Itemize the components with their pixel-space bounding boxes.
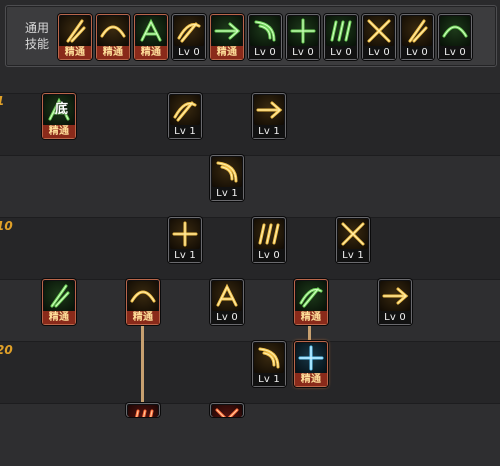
- triple-claw-icon: [254, 219, 284, 249]
- common-skill-slot[interactable]: 精通: [134, 14, 168, 60]
- skill-level-label: Lv 1: [169, 125, 201, 138]
- skill-level-label: Lv 1: [211, 187, 243, 200]
- green-claw-icon: [44, 281, 74, 311]
- prerequisite-connector: [141, 323, 144, 407]
- skill-level-label: 精通: [43, 311, 75, 324]
- level-label-10: 10: [0, 219, 13, 233]
- spiral-cut-icon: [170, 219, 200, 249]
- tree-skill-slot[interactable]: Lv 1: [336, 217, 370, 263]
- figure-leap-icon: [98, 16, 128, 46]
- skill-level-label: Lv 0: [363, 46, 395, 59]
- tree-skill-slot[interactable]: Lv 1: [168, 217, 202, 263]
- skill-level-label: 精通: [135, 46, 167, 59]
- tree-skill-slot[interactable]: 底精通: [42, 93, 76, 139]
- common-skill-slot[interactable]: 精通: [58, 14, 92, 60]
- skill-level-label: 精通: [295, 311, 327, 324]
- common-skills-label: 通用 技能: [22, 20, 52, 52]
- tree-row: [0, 155, 500, 218]
- tree-skill-slot[interactable]: Lv 1: [252, 93, 286, 139]
- skill-level-label: Lv 0: [401, 46, 433, 59]
- skill-level-label: Lv 0: [325, 46, 357, 59]
- tree-skill-slot[interactable]: Lv 0: [252, 217, 286, 263]
- skill-level-label: 精通: [97, 46, 129, 59]
- skill-level-label: Lv 0: [379, 311, 411, 324]
- tree-skill-slot[interactable]: Lv 0: [210, 279, 244, 325]
- common-skill-slot[interactable]: Lv 0: [400, 14, 434, 60]
- common-skill-slot[interactable]: 精通: [96, 14, 130, 60]
- tree-skill-slot[interactable]: 精通: [294, 341, 328, 387]
- tree-row: [0, 217, 500, 280]
- skill-glyph: 底: [55, 102, 69, 117]
- tree-skill-slot[interactable]: 精通: [126, 279, 160, 325]
- common-skill-slot[interactable]: Lv 0: [286, 14, 320, 60]
- tree-row: [0, 341, 500, 404]
- skill-level-label: Lv 0: [173, 46, 205, 59]
- wing-emblem-icon: [174, 16, 204, 46]
- skill-level-label: 精通: [127, 311, 159, 324]
- skill-level-label: Lv 0: [439, 46, 471, 59]
- tree-skill-slot[interactable]: 精通: [294, 279, 328, 325]
- common-skill-slot[interactable]: Lv 0: [172, 14, 206, 60]
- common-skill-slot[interactable]: 精通: [210, 14, 244, 60]
- common-skill-slot[interactable]: Lv 0: [324, 14, 358, 60]
- skill-level-label: Lv 0: [287, 46, 319, 59]
- tree-skill-slot[interactable]: Lv 0: [378, 279, 412, 325]
- skill-level-label: 精通: [211, 46, 243, 59]
- skill-level-label: Lv 0: [249, 46, 281, 59]
- aerial-cut-icon: [254, 343, 284, 373]
- common-skill-slot[interactable]: Lv 0: [248, 14, 282, 60]
- rising-spear-icon: [128, 281, 158, 311]
- skill-level-label: Lv 1: [337, 249, 369, 262]
- crosshair-icon: [212, 16, 242, 46]
- tree-row: [0, 403, 500, 466]
- tree-skill-slot[interactable]: 精通: [42, 279, 76, 325]
- tree-skill-slot[interactable]: Lv 1: [252, 341, 286, 387]
- sickle-slash-icon: [254, 95, 284, 125]
- figure-guard-icon: [326, 16, 356, 46]
- figure-dash-icon: [288, 16, 318, 46]
- cross-strike-icon: [338, 219, 368, 249]
- figure-bow-icon: [440, 16, 470, 46]
- figure-power-icon: [402, 16, 432, 46]
- common-skill-slot[interactable]: Lv 0: [438, 14, 472, 60]
- figure-strike-icon: [136, 16, 166, 46]
- thrust-arrow-icon: [170, 95, 200, 125]
- skill-level-label: 精通: [59, 46, 91, 59]
- skill-level-label: Lv 1: [253, 373, 285, 386]
- level-label-20: 20: [0, 343, 13, 357]
- skill-level-label: Lv 1: [169, 249, 201, 262]
- skill-level-label: 精通: [43, 125, 75, 138]
- common-skills-label-line2: 技能: [24, 37, 49, 51]
- frost-slash-icon: [296, 343, 326, 373]
- skill-level-label: 精通: [295, 373, 327, 386]
- eye-swirl-icon: [364, 16, 394, 46]
- tree-skill-slot[interactable]: Lv 1: [210, 155, 244, 201]
- skill-level-label: Lv 0: [211, 311, 243, 324]
- common-skill-slot[interactable]: Lv 0: [362, 14, 396, 60]
- skill-level-label: Lv 0: [253, 249, 285, 262]
- green-burst-icon: [296, 281, 326, 311]
- crescent-slash-icon: [212, 157, 242, 187]
- common-skills-label-line1: 通用: [24, 21, 49, 35]
- arc-slash-icon: [380, 281, 410, 311]
- flame-strike-icon: [128, 405, 158, 417]
- skill-level-label: Lv 1: [253, 125, 285, 138]
- tree-skill-slot[interactable]: Lv 1: [168, 93, 202, 139]
- figure-kneel-icon: [60, 16, 90, 46]
- wave-slash-icon: [212, 281, 242, 311]
- target-burst-icon: [250, 16, 280, 46]
- flame-burst-icon: [212, 405, 242, 417]
- level-label-1: 1: [0, 94, 16, 108]
- prerequisite-connector: [308, 323, 311, 343]
